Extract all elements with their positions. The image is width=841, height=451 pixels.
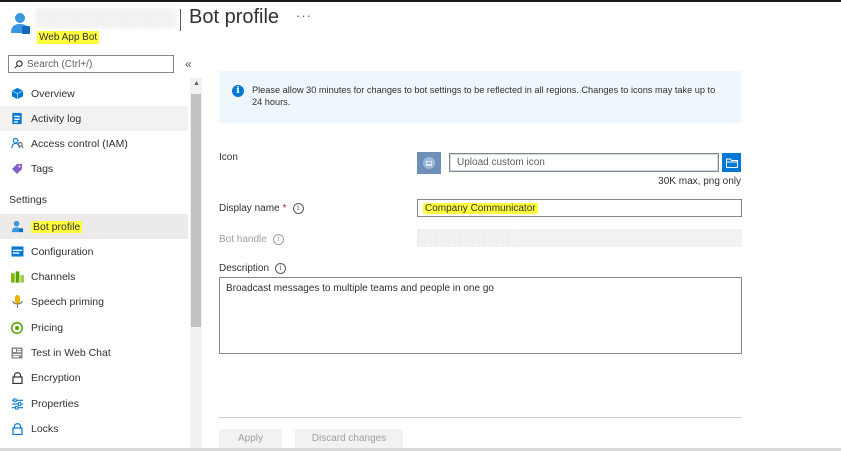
sidebar-item-properties[interactable]: Properties [0,391,188,416]
sidebar-item-locks[interactable]: Locks [0,416,188,441]
scroll-up-arrow-icon[interactable]: ▲ [193,80,200,87]
bot-avatar-icon [417,152,441,174]
bot-resource-icon [11,13,30,34]
overview-icon [10,87,24,101]
sidebar-item-bot-profile[interactable]: Bot profile [0,214,188,239]
pricing-icon [10,321,24,335]
sidebar-item-test-in-web-chat[interactable]: Test in Web Chat [0,340,188,365]
discard-changes-button[interactable]: Discard changes [295,429,403,448]
sidebar-item-pricing[interactable]: Pricing [0,315,188,340]
resource-type-label: Web App Bot [37,31,100,44]
access-control-icon [10,137,24,151]
footer-divider [219,417,742,418]
speech-priming-icon [10,294,24,309]
sidebar-item-label: Properties [31,397,79,410]
search-placeholder: Search (Ctrl+/) [27,58,93,70]
display-name-input[interactable]: Company Communicator [417,199,742,217]
sidebar-item-access-control[interactable]: Access control (IAM) [0,131,188,156]
resource-name-redacted [36,8,176,28]
sidebar-item-label: Locks [31,422,59,435]
upload-hint-text: 30K max, png only [658,176,741,187]
sidebar-item-label: Channels [31,270,76,283]
properties-icon [10,397,24,411]
sidebar-item-label: Overview [31,87,75,100]
bot-handle-redacted [417,229,512,247]
lock-icon [10,422,24,436]
folder-icon [725,158,738,168]
description-label: Description i [219,263,287,274]
sidebar-item-label: Pricing [31,321,64,334]
activity-log-icon [10,112,24,126]
sidebar-item-label: Speech priming [31,295,104,308]
sidebar-item-label: Bot profile [31,220,83,233]
configuration-icon [10,245,24,259]
display-name-label: Display name * i [219,203,304,214]
sidebar-item-configuration[interactable]: Configuration [0,239,188,264]
bot-profile-icon [10,220,24,234]
display-name-value: Company Communicator [423,202,538,214]
info-icon[interactable]: i [275,263,287,274]
upload-icon-placeholder: Upload custom icon [457,157,545,168]
sidebar-item-label: Access control (IAM) [31,137,128,150]
bot-handle-field [417,229,742,247]
collapse-sidebar-button[interactable]: « [185,57,192,71]
info-message-bar: i Please allow 30 minutes for changes to… [219,71,741,123]
sidebar-item-label: Encryption [31,371,81,384]
sidebar-item-label: Activity log [31,112,82,125]
bot-handle-label-text: Bot handle [219,234,267,245]
page-title: Bot profile [189,6,280,28]
sidebar-scrollbar-thumb[interactable] [191,94,201,327]
sidebar-item-label: Test in Web Chat [31,346,111,359]
sidebar-item-overview[interactable]: Overview [0,81,188,106]
info-icon: i [232,85,244,97]
required-marker: * [282,203,287,214]
sidebar-item-speech-priming[interactable]: Speech priming [0,289,188,314]
display-name-label-text: Display name [219,203,280,214]
tag-icon [10,162,24,176]
description-textarea[interactable]: Broadcast messages to multiple teams and… [219,277,742,354]
sidebar-search-input[interactable]: Search (Ctrl+/) [8,55,174,73]
browse-file-button[interactable] [722,153,741,172]
sidebar-item-tags[interactable]: Tags [0,156,188,181]
info-icon[interactable]: i [292,203,304,214]
more-options-button[interactable]: ··· [296,8,312,23]
sidebar-item-label: Tags [31,162,54,175]
sidebar-item-label: Configuration [31,245,94,258]
bot-handle-label: Bot handle i [219,234,284,245]
sidebar-item-activity-log[interactable]: Activity log [0,106,188,131]
sidebar-section-settings: Settings [9,194,47,206]
web-chat-icon [10,346,24,360]
upload-icon-input[interactable]: Upload custom icon [449,153,719,172]
window-top-border [0,0,841,2]
description-label-text: Description [219,263,270,274]
title-separator [180,9,181,31]
info-message-text: Please allow 30 minutes for changes to b… [252,85,716,107]
icon-field-label: Icon [219,152,238,163]
sidebar-item-channels[interactable]: Channels [0,264,188,289]
apply-button[interactable]: Apply [219,429,282,448]
lock-icon [10,371,24,385]
info-icon[interactable]: i [272,234,284,245]
channels-icon [10,270,24,284]
search-icon [14,59,23,68]
sidebar-item-encryption[interactable]: Encryption [0,365,188,390]
